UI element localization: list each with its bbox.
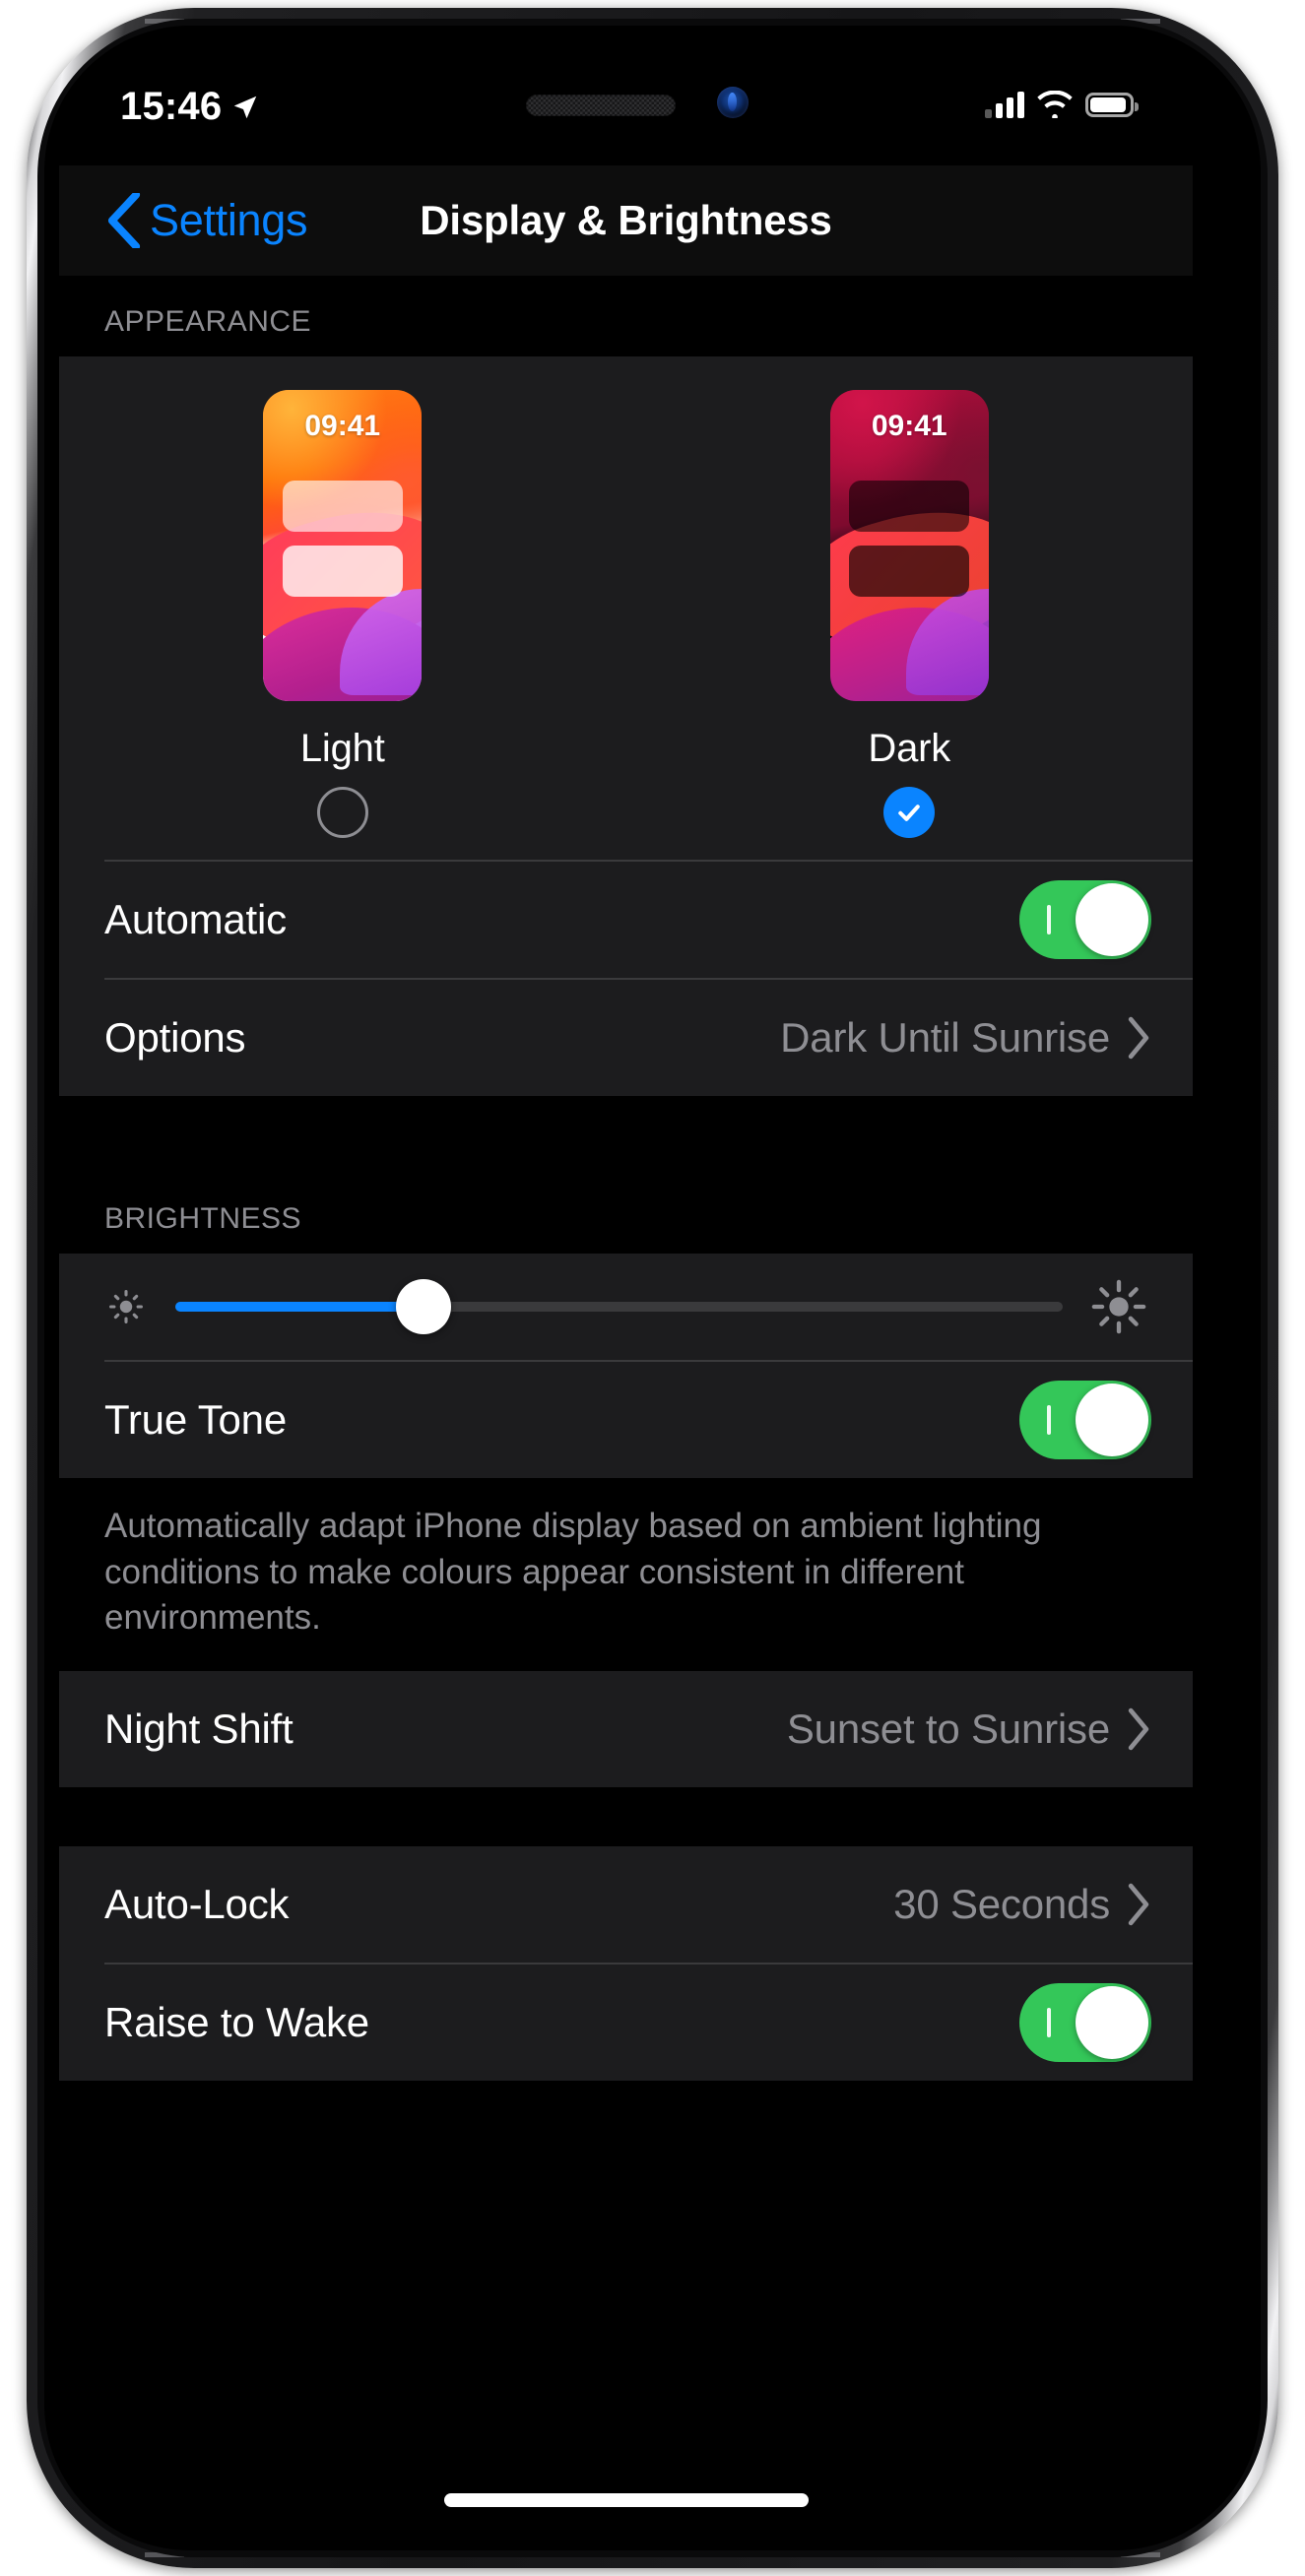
auto-lock-value: 30 Seconds <box>893 1880 1110 1927</box>
raise-to-wake-label: Raise to Wake <box>104 1998 369 2045</box>
automatic-row[interactable]: Automatic <box>59 862 1193 978</box>
appearance-option-dark[interactable]: 09:41 Dark <box>829 390 989 838</box>
chevron-right-icon <box>1128 1016 1149 1060</box>
brightness-low-icon <box>109 1290 143 1323</box>
auto-lock-row[interactable]: Auto-Lock 30 Seconds <box>59 1846 1193 1963</box>
brightness-group: True Tone <box>59 1254 1193 1478</box>
cellular-signal-icon <box>985 91 1024 118</box>
location-arrow-icon <box>234 96 257 118</box>
light-mode-label: Light <box>299 727 385 770</box>
light-preview-clock: 09:41 <box>304 410 381 442</box>
raise-to-wake-row[interactable]: Raise to Wake <box>59 1964 1193 2081</box>
phone-screen: 15:46 Settings Display & Brightness APPE… <box>59 47 1193 2529</box>
chevron-right-icon <box>1128 1707 1149 1750</box>
true-tone-label: True Tone <box>104 1396 287 1443</box>
night-shift-value: Sunset to Sunrise <box>786 1705 1110 1752</box>
brightness-slider[interactable] <box>175 1279 1063 1334</box>
options-value: Dark Until Sunrise <box>780 1014 1110 1061</box>
status-bar-left: 15:46 <box>120 85 260 129</box>
chevron-right-icon <box>1128 1883 1149 1925</box>
checkmark-icon <box>898 805 920 821</box>
screenshot-root: 15:46 Settings Display & Brightness APPE… <box>0 0 1305 2576</box>
appearance-group: 09:41 Light 09:41 Dark Automatic Options… <box>59 356 1193 1096</box>
chevron-left-icon <box>107 193 141 248</box>
night-shift-value-group: Sunset to Sunrise <box>787 1706 1151 1753</box>
settings-content: APPEARANCE 09:41 Light 09:41 Dark Automa… <box>59 276 1193 2529</box>
home-indicator[interactable] <box>443 2493 809 2507</box>
appearance-option-light[interactable]: 09:41 Light <box>263 390 423 838</box>
raise-to-wake-toggle[interactable] <box>1019 1982 1151 2062</box>
options-label: Options <box>104 1014 246 1061</box>
options-row[interactable]: Options Dark Until Sunrise <box>59 980 1193 1096</box>
automatic-label: Automatic <box>104 896 287 942</box>
appearance-section-header: APPEARANCE <box>104 305 312 338</box>
night-shift-label: Night Shift <box>104 1705 294 1752</box>
brightness-slider-row <box>59 1254 1193 1360</box>
night-shift-row[interactable]: Night Shift Sunset to Sunrise <box>59 1671 1193 1787</box>
true-tone-row[interactable]: True Tone <box>59 1362 1193 1478</box>
lock-group: Auto-Lock 30 Seconds Raise to Wake <box>59 1845 1193 2081</box>
brightness-high-icon <box>1091 1279 1146 1334</box>
status-bar: 15:46 <box>59 47 1193 165</box>
status-time-label: 15:46 <box>120 85 223 128</box>
status-bar-right <box>985 91 1139 118</box>
wifi-icon <box>1037 91 1073 118</box>
true-tone-toggle[interactable] <box>1019 1381 1151 1459</box>
back-button-label: Settings <box>150 195 308 245</box>
auto-lock-value-group: 30 Seconds <box>893 1881 1151 1928</box>
true-tone-footnote: Automatically adapt iPhone display based… <box>104 1507 1042 1638</box>
appearance-mode-picker: 09:41 Light 09:41 Dark <box>59 356 1193 860</box>
auto-lock-label: Auto-Lock <box>104 1880 290 1927</box>
options-value-group: Dark Until Sunrise <box>780 1014 1151 1062</box>
dark-preview-clock: 09:41 <box>871 410 947 442</box>
light-mode-preview: 09:41 <box>263 390 423 701</box>
navigation-bar: Settings Display & Brightness <box>59 165 1193 276</box>
brightness-section-header: BRIGHTNESS <box>104 1202 302 1235</box>
battery-icon <box>1085 92 1139 117</box>
back-to-settings-button[interactable]: Settings <box>106 193 308 248</box>
night-shift-group: Night Shift Sunset to Sunrise <box>59 1670 1193 1787</box>
automatic-toggle[interactable] <box>1019 880 1151 959</box>
section-gap <box>59 1096 1193 1173</box>
dark-mode-preview: 09:41 <box>829 390 989 701</box>
light-mode-radio-unselected[interactable] <box>316 787 368 838</box>
dark-mode-radio-selected[interactable] <box>883 787 936 838</box>
dark-mode-label: Dark <box>868 727 951 770</box>
section-gap <box>59 1786 1193 1846</box>
